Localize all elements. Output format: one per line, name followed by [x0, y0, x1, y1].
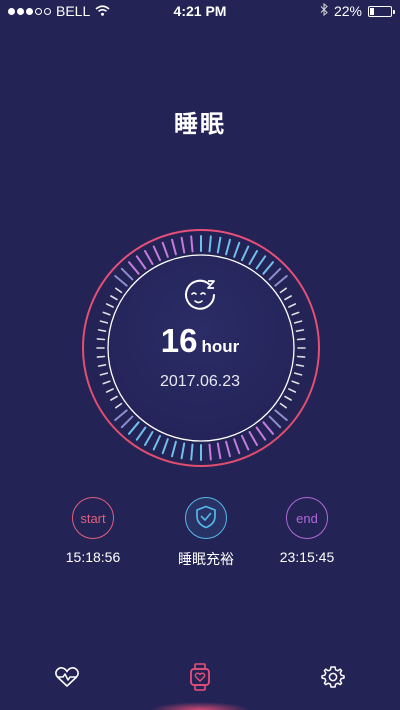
dial-tick [248, 250, 258, 265]
tab-heart-rate[interactable] [52, 664, 82, 694]
dial-tick [208, 235, 212, 253]
dial-tick [268, 415, 282, 429]
dial-tick [216, 236, 222, 254]
dial-tick [288, 303, 297, 308]
sleep-hours: 16 hour [0, 322, 400, 360]
dial-tick [233, 438, 241, 455]
dial-tick [105, 303, 114, 308]
start-time: 15:18:56 [65, 549, 121, 565]
dial-tick [152, 434, 161, 451]
dial-tick [190, 235, 194, 253]
dial-tick [128, 421, 140, 435]
start-button[interactable]: start [72, 497, 114, 539]
end-button[interactable]: end [286, 497, 328, 539]
dial-tick [274, 409, 288, 421]
dial-tick [180, 442, 186, 460]
sleep-hours-value: 16 [160, 322, 198, 359]
dial-tick [135, 426, 147, 441]
dial-tick [180, 236, 186, 254]
watch-icon [189, 663, 211, 695]
dial-tick [241, 434, 250, 451]
gear-icon [321, 665, 345, 693]
shield-check-icon [195, 505, 217, 532]
dial-tick [97, 363, 107, 367]
dial-tick [114, 409, 128, 421]
sleep-date: 2017.06.23 [159, 373, 241, 390]
active-tab-indicator [150, 702, 250, 710]
dial-tick [284, 395, 292, 401]
dial-tick [152, 245, 161, 262]
dial-tick [110, 395, 118, 401]
dial-tick [262, 261, 274, 275]
dial-tick [102, 311, 111, 316]
dial-tick [115, 287, 123, 294]
dial-tick [284, 295, 292, 301]
quality-button[interactable] [185, 497, 227, 539]
dial-tick [248, 431, 258, 446]
quality-label: 睡眠充裕 [178, 551, 234, 567]
dial-tick [135, 255, 147, 270]
end-label: end [296, 510, 318, 526]
tab-settings[interactable] [318, 664, 348, 694]
dial-tick [144, 431, 154, 446]
dial-tick [268, 267, 282, 281]
dial-tick [255, 255, 267, 270]
dial-tick [208, 443, 212, 461]
dial-tick [241, 245, 250, 262]
dial-tick [225, 440, 231, 458]
dial-tick [161, 438, 169, 455]
end-time: 23:15:45 [279, 549, 335, 565]
dial-tick [295, 363, 305, 367]
dial-tick [120, 267, 134, 281]
end-stat: end 23:15:45 [257, 497, 357, 565]
sleep-hours-unit: hour [201, 337, 240, 356]
dial-tick [225, 238, 231, 256]
dial-tick [115, 402, 123, 409]
dial-tick [233, 241, 241, 258]
dial-tick [262, 421, 274, 435]
dial-tick [171, 238, 177, 256]
dial-tick [291, 311, 300, 316]
start-label: start [80, 510, 106, 526]
dial-tick [255, 426, 267, 441]
dial-tick [171, 440, 177, 458]
start-stat: start 15:18:56 [43, 497, 143, 565]
dial-tick [110, 295, 118, 301]
tab-sleep-watch[interactable] [185, 663, 215, 695]
dial-tick [274, 275, 288, 287]
sleeping-face-icon [182, 278, 222, 314]
dial-tick [279, 287, 288, 294]
dial-tick [279, 402, 288, 409]
dial-tick [120, 415, 134, 429]
heart-pulse-icon [54, 666, 80, 692]
dial-tick [128, 261, 140, 275]
dial-tick [161, 241, 169, 258]
dial-tick [216, 442, 222, 460]
quality-stat: 睡眠充裕 [156, 497, 256, 569]
tab-bar [0, 650, 400, 710]
dial-tick [190, 443, 194, 461]
dial-tick [114, 275, 128, 287]
dial-tick [144, 250, 154, 265]
